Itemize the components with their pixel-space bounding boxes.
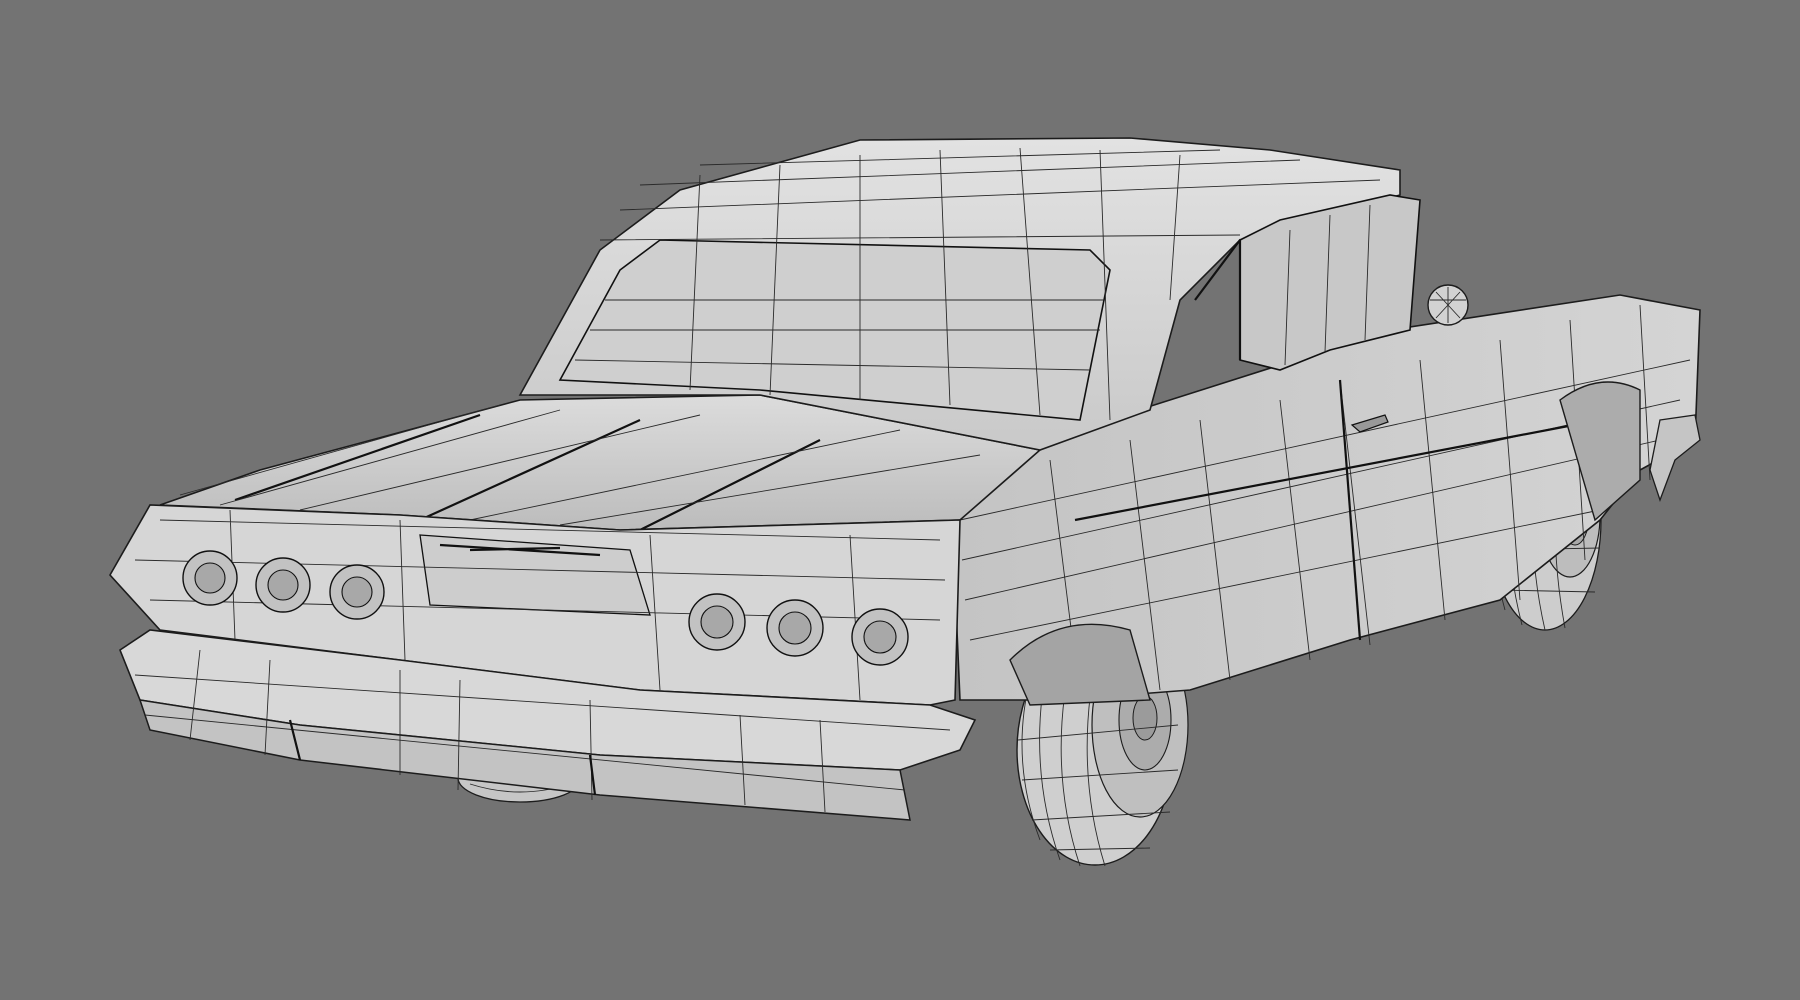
side-mirror [1427,284,1469,326]
render-viewport [0,0,1800,1000]
car-wireframe-render [109,137,1701,867]
